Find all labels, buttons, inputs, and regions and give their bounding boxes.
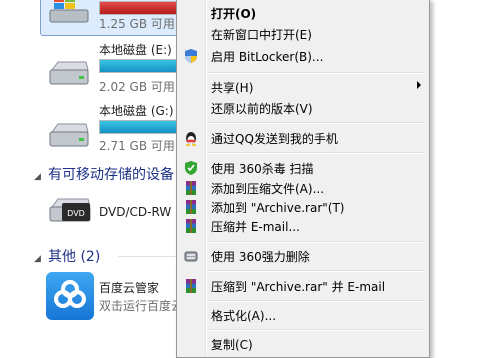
baidu-app-name[interactable]: 百度云管家: [99, 279, 159, 296]
menu-item-label: 启用 BitLocker(B)...: [211, 50, 324, 64]
winrar-icon: [186, 181, 196, 195]
drive-usage-bar: [99, 1, 183, 15]
menu-item-360-delete[interactable]: 使用 360强力删除: [177, 245, 429, 267]
baidu-cloud-icon[interactable]: [46, 272, 94, 320]
menu-item-label: 压缩并 E-mail...: [211, 220, 300, 234]
group-header-other[interactable]: ◢ 其他 (2): [34, 246, 100, 266]
menu-item-label: 压缩到 "Archive.rar" 并 E-mail: [211, 280, 386, 294]
menu-item-compress-rar-email[interactable]: 压缩到 "Archive.rar" 并 E-mail: [177, 275, 429, 297]
menu-item-copy[interactable]: 复制(C): [177, 333, 429, 355]
drive-usage-bar: [99, 59, 183, 73]
menu-item-open-new-window[interactable]: 在新窗口中打开(E): [177, 23, 429, 45]
menu-separator: [207, 270, 425, 272]
dvd-badge: DVD: [67, 209, 85, 218]
winrar-icon: [186, 279, 196, 293]
menu-item-share[interactable]: 共享(H): [177, 76, 429, 98]
menu-separator: [207, 329, 425, 331]
menu-item-label: 打开(O): [211, 7, 257, 21]
menu-item-format[interactable]: 格式化(A)...: [177, 304, 429, 326]
windows-drive-icon: [49, 0, 89, 23]
group-header-removable[interactable]: ◢ 有可移动存储的设备: [34, 164, 174, 184]
submenu-arrow-icon: [417, 81, 421, 89]
menu-item-label: 添加到压缩文件(A)...: [211, 182, 325, 196]
menu-separator: [207, 300, 425, 302]
uac-shield-icon: [185, 49, 197, 63]
360-shield-icon: [185, 161, 197, 175]
menu-item-restore-versions[interactable]: 还原以前的版本(V): [177, 97, 429, 119]
hard-drive-icon: [49, 61, 89, 85]
context-menu: 打开(O) 在新窗口中打开(E) 启用 BitLocker(B)... 共享(H…: [176, 0, 430, 358]
menu-item-label: 格式化(A)...: [211, 309, 277, 323]
drive-name[interactable]: 本地磁盘 (G:): [99, 102, 174, 119]
menu-separator: [207, 152, 425, 154]
menu-item-360-scan[interactable]: 使用 360杀毒 扫描: [177, 157, 429, 179]
menu-item-qq-send[interactable]: 通过QQ发送到我的手机: [177, 127, 429, 149]
collapse-triangle-icon[interactable]: ◢: [34, 172, 48, 182]
drive-free-space: 1.25 GB 可用: [99, 17, 175, 31]
qq-penguin-icon: [186, 132, 196, 146]
drive-name[interactable]: 本地磁盘 (E:): [99, 41, 172, 58]
menu-item-bitlocker[interactable]: 启用 BitLocker(B)...: [177, 45, 429, 67]
menu-separator: [207, 72, 425, 74]
dvd-drive-icon: DVD: [49, 198, 91, 222]
winrar-icon: [186, 219, 196, 233]
menu-item-label: 复制(C): [211, 338, 253, 352]
group-header-label: 有可移动存储的设备: [48, 167, 174, 183]
menu-item-label: 通过QQ发送到我的手机: [211, 132, 338, 146]
menu-separator: [207, 122, 425, 124]
menu-item-label: 添加到 "Archive.rar"(T): [211, 201, 345, 215]
menu-item-compress-email[interactable]: 压缩并 E-mail...: [177, 215, 429, 237]
collapse-triangle-icon[interactable]: ◢: [34, 254, 48, 264]
hard-drive-icon: [49, 123, 89, 147]
menu-item-open[interactable]: 打开(O): [177, 2, 429, 24]
menu-item-label: 还原以前的版本(V): [211, 102, 313, 116]
menu-item-label: 使用 360强力删除: [211, 250, 310, 264]
menu-item-label: 共享(H): [211, 81, 254, 95]
dvd-drive-label[interactable]: DVD/CD-RW: [99, 205, 171, 219]
group-header-label: 其他 (2): [48, 249, 101, 265]
group-divider: [118, 256, 178, 257]
360-delete-icon: [184, 251, 198, 262]
menu-item-label: 使用 360杀毒 扫描: [211, 162, 314, 176]
drive-usage-bar: [99, 120, 183, 134]
menu-item-label: 在新窗口中打开(E): [211, 28, 312, 42]
drive-free-space: 2.71 GB 可用: [99, 139, 175, 153]
menu-separator: [207, 241, 425, 243]
drive-free-space: 2.02 GB 可用: [99, 80, 175, 94]
winrar-icon: [186, 200, 196, 214]
